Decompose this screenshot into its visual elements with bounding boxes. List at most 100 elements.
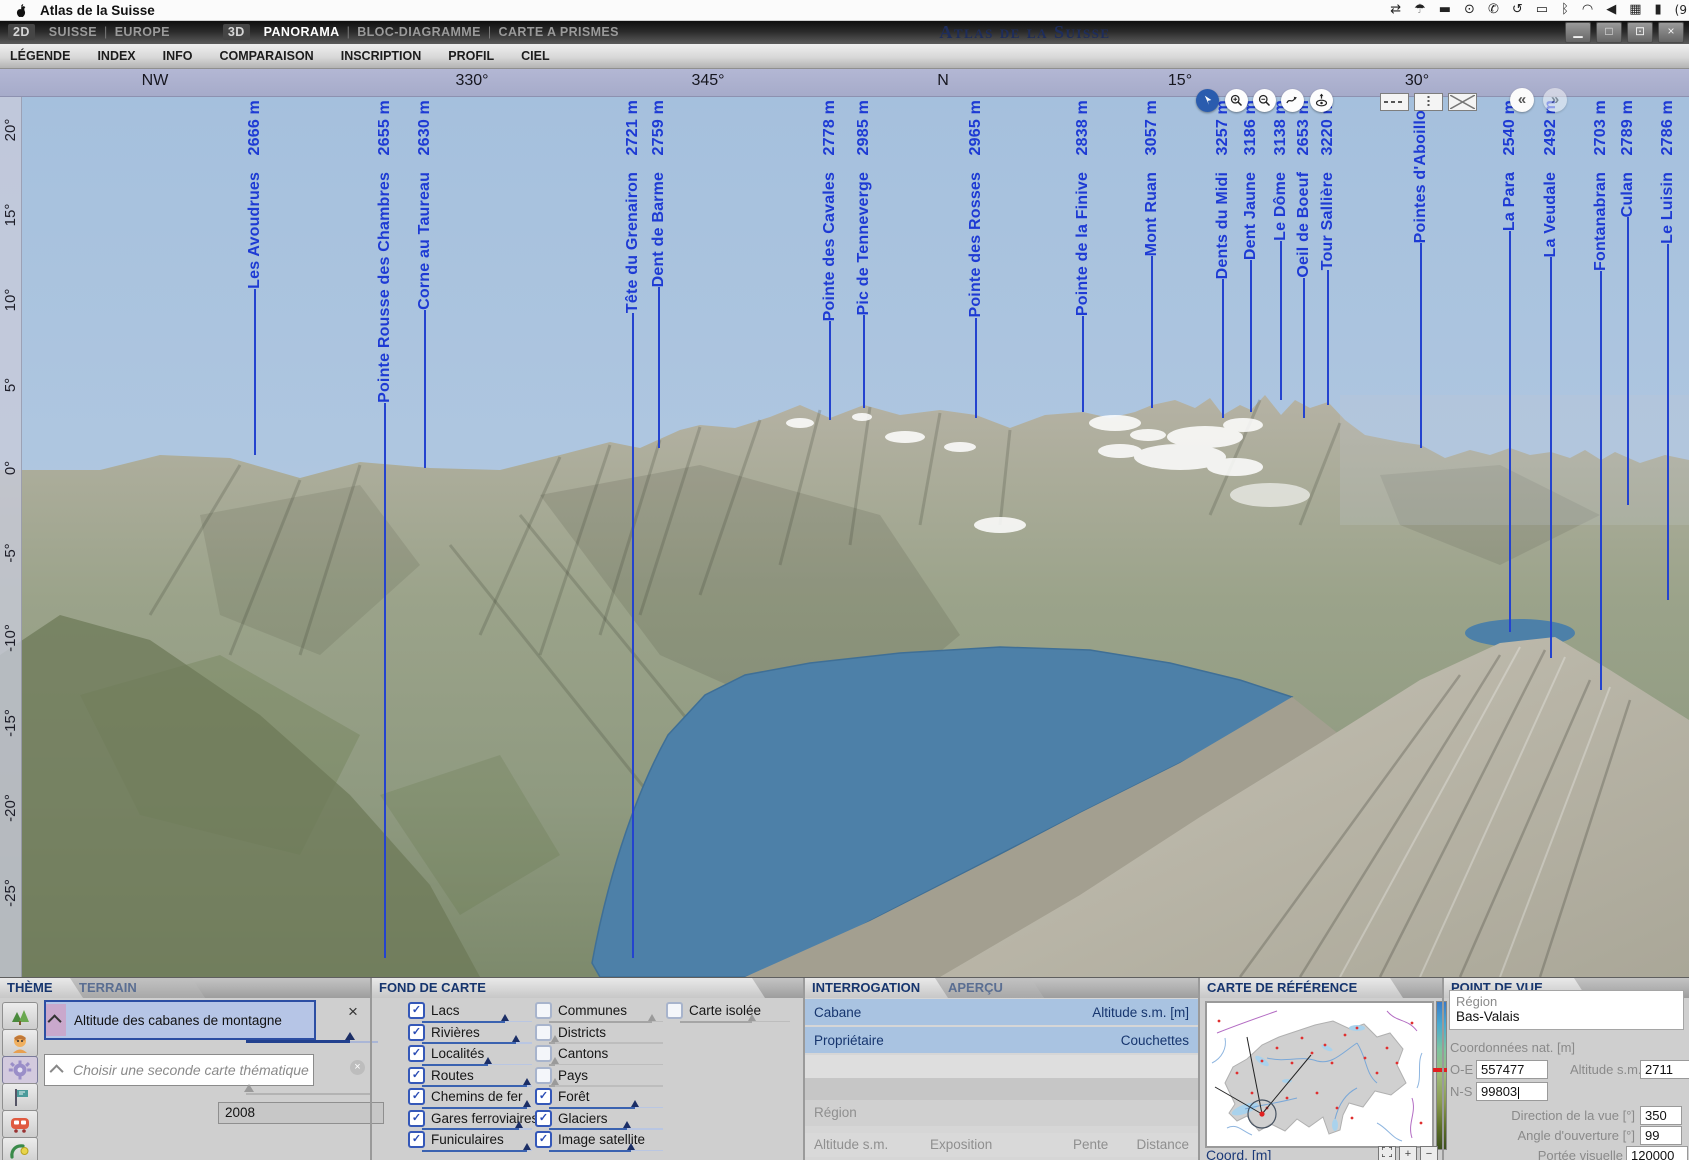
slider-handle[interactable] bbox=[484, 1057, 492, 1064]
slider-handle[interactable] bbox=[551, 1078, 559, 1085]
theme-category-economy-button[interactable] bbox=[2, 1056, 38, 1084]
viewpoint-marker[interactable] bbox=[1259, 1111, 1264, 1116]
menu-item-ciel[interactable]: CIEL bbox=[521, 49, 549, 63]
slider-handle[interactable] bbox=[631, 1100, 639, 1107]
volume-icon[interactable]: ◀ bbox=[1606, 0, 1616, 20]
bluetooth-icon[interactable]: ᛒ bbox=[1561, 0, 1569, 20]
discard-view-tool-button[interactable] bbox=[1448, 93, 1477, 111]
layer-opacity-slider[interactable] bbox=[422, 1150, 532, 1152]
nav-mode-2d[interactable]: 2D bbox=[8, 24, 35, 40]
accessibility-icon[interactable]: ⊙ bbox=[1464, 0, 1475, 20]
theme-category-population-button[interactable] bbox=[2, 1029, 38, 1057]
slider-handle[interactable] bbox=[748, 1014, 756, 1021]
layer-opacity-slider[interactable] bbox=[549, 1107, 663, 1109]
theme-category-politics-button[interactable] bbox=[2, 1083, 38, 1111]
menu-item-profil[interactable]: PROFIL bbox=[448, 49, 494, 63]
time-machine-icon[interactable]: ↺ bbox=[1512, 0, 1523, 20]
window-restore-button[interactable]: ⊡ bbox=[1627, 22, 1653, 43]
layer-toggle-lacs[interactable]: ✓Lacs bbox=[408, 1002, 460, 1019]
checkbox-chemins-de-fer[interactable]: ✓ bbox=[408, 1088, 425, 1105]
dashed-line-tool-button[interactable] bbox=[1380, 93, 1409, 111]
window-minimize-button[interactable]: ▁ bbox=[1565, 22, 1591, 43]
layer-opacity-slider[interactable] bbox=[549, 1021, 663, 1023]
layer-toggle-glaciers[interactable]: ✓Glaciers bbox=[535, 1110, 608, 1127]
altitude-input[interactable]: 2711 bbox=[1640, 1060, 1689, 1079]
tab-apercu[interactable]: APERÇU bbox=[941, 978, 1044, 998]
wifi-icon[interactable]: ◠ bbox=[1582, 0, 1593, 20]
history-back-button[interactable]: « bbox=[1510, 88, 1534, 112]
nav-item-panorama[interactable]: PANORAMA bbox=[264, 25, 340, 39]
nav-item-europe[interactable]: EUROPE bbox=[115, 25, 170, 39]
visual-range-input[interactable]: 120000 bbox=[1626, 1146, 1688, 1160]
theme-category-communication-button[interactable] bbox=[2, 1137, 38, 1160]
year-field[interactable]: 2008 bbox=[218, 1102, 384, 1124]
layer-toggle-communes[interactable]: Communes bbox=[535, 1002, 627, 1019]
theme-category-nature-button[interactable] bbox=[2, 1002, 38, 1030]
checkbox-lacs[interactable]: ✓ bbox=[408, 1002, 425, 1019]
layer-opacity-slider[interactable] bbox=[549, 1042, 663, 1044]
layer-toggle-chemins-de-fer[interactable]: ✓Chemins de fer bbox=[408, 1088, 523, 1105]
display-preset-icon[interactable]: ▬ bbox=[1439, 0, 1451, 20]
layer-toggle-cantons[interactable]: Cantons bbox=[535, 1045, 608, 1062]
nav-mode-3d[interactable]: 3D bbox=[223, 24, 250, 40]
clear-secondary-icon[interactable]: × bbox=[350, 1060, 365, 1075]
nav-item-bloc-diagramme[interactable]: BLOC-DIAGRAMME bbox=[357, 25, 481, 39]
slider-handle[interactable] bbox=[648, 1014, 656, 1021]
battery-icon[interactable]: ▮ bbox=[1655, 0, 1662, 20]
slider-handle[interactable] bbox=[523, 1100, 531, 1107]
checkbox-gares-ferroviaires[interactable]: ✓ bbox=[408, 1110, 425, 1127]
menu-item-inscription[interactable]: INSCRIPTION bbox=[341, 49, 422, 63]
split-pane-tool-button[interactable] bbox=[1414, 93, 1443, 111]
switzerland-overview-map[interactable] bbox=[1205, 1001, 1434, 1148]
slider-handle[interactable] bbox=[627, 1143, 635, 1150]
tab-terrain[interactable]: TERRAIN bbox=[72, 978, 205, 998]
map-zoom-out-button[interactable]: − bbox=[1420, 1146, 1438, 1160]
checkbox-communes[interactable] bbox=[535, 1002, 552, 1019]
slider-handle[interactable] bbox=[551, 1057, 559, 1064]
theme-category-transport-button[interactable] bbox=[2, 1110, 38, 1138]
slider-handle[interactable] bbox=[551, 1035, 559, 1042]
slider-handle[interactable] bbox=[512, 1035, 520, 1042]
layer-toggle-foret[interactable]: ✓Forêt bbox=[535, 1088, 590, 1105]
checkbox-routes[interactable]: ✓ bbox=[408, 1067, 425, 1084]
antivirus-icon[interactable]: ☂ bbox=[1414, 0, 1426, 20]
checkbox-localites[interactable]: ✓ bbox=[408, 1045, 425, 1062]
tab-interrogation[interactable]: INTERROGATION bbox=[805, 978, 948, 998]
layer-toggle-districts[interactable]: Districts bbox=[535, 1024, 606, 1041]
display-icon[interactable]: ▭ bbox=[1536, 0, 1548, 20]
map-expand-button[interactable] bbox=[1378, 1146, 1396, 1160]
layer-opacity-slider[interactable] bbox=[422, 1064, 532, 1066]
layer-toggle-routes[interactable]: ✓Routes bbox=[408, 1067, 474, 1084]
pan-panorama-tool-button[interactable] bbox=[1281, 89, 1304, 112]
nav-item-suisse[interactable]: SUISSE bbox=[49, 25, 97, 39]
tab-theme[interactable]: THÈME bbox=[0, 978, 83, 998]
slider-handle[interactable] bbox=[501, 1014, 509, 1021]
direction-input[interactable]: 350 bbox=[1640, 1106, 1682, 1125]
layer-opacity-slider[interactable] bbox=[549, 1128, 663, 1130]
apple-logo-icon[interactable] bbox=[14, 3, 28, 18]
slider-handle[interactable] bbox=[244, 1084, 254, 1092]
menubar-app-name[interactable]: Atlas de la Suisse bbox=[40, 3, 155, 18]
layer-toggle-funiculaires[interactable]: ✓Funiculaires bbox=[408, 1131, 504, 1148]
menu-item-legende[interactable]: LÉGENDE bbox=[10, 49, 70, 63]
slider-handle[interactable] bbox=[523, 1078, 531, 1085]
panorama-view[interactable] bbox=[0, 95, 1689, 977]
phone-icon[interactable]: ✆ bbox=[1488, 0, 1499, 20]
checkbox-funiculaires[interactable]: ✓ bbox=[408, 1131, 425, 1148]
checkbox-glaciers[interactable]: ✓ bbox=[535, 1110, 552, 1127]
menu-item-info[interactable]: INFO bbox=[163, 49, 193, 63]
checkbox-foret[interactable]: ✓ bbox=[535, 1088, 552, 1105]
checkbox-districts[interactable] bbox=[535, 1024, 552, 1041]
dropdown-chevron[interactable] bbox=[46, 1004, 66, 1036]
secondary-theme-dropdown[interactable]: Choisir une seconde carte thématique bbox=[44, 1054, 314, 1086]
zoom-in-tool-button[interactable] bbox=[1225, 89, 1248, 112]
layer-opacity-slider[interactable] bbox=[549, 1085, 663, 1087]
ns-input[interactable]: 99803 bbox=[1476, 1082, 1548, 1101]
slider-handle[interactable] bbox=[515, 1121, 523, 1128]
secondary-opacity-slider[interactable] bbox=[246, 1092, 372, 1095]
layer-opacity-slider[interactable] bbox=[422, 1042, 532, 1044]
theme-opacity-slider[interactable] bbox=[246, 1040, 378, 1043]
layer-opacity-slider[interactable] bbox=[549, 1150, 663, 1152]
layer-toggle-localites[interactable]: ✓Localités bbox=[408, 1045, 484, 1062]
slider-handle[interactable] bbox=[523, 1143, 531, 1150]
